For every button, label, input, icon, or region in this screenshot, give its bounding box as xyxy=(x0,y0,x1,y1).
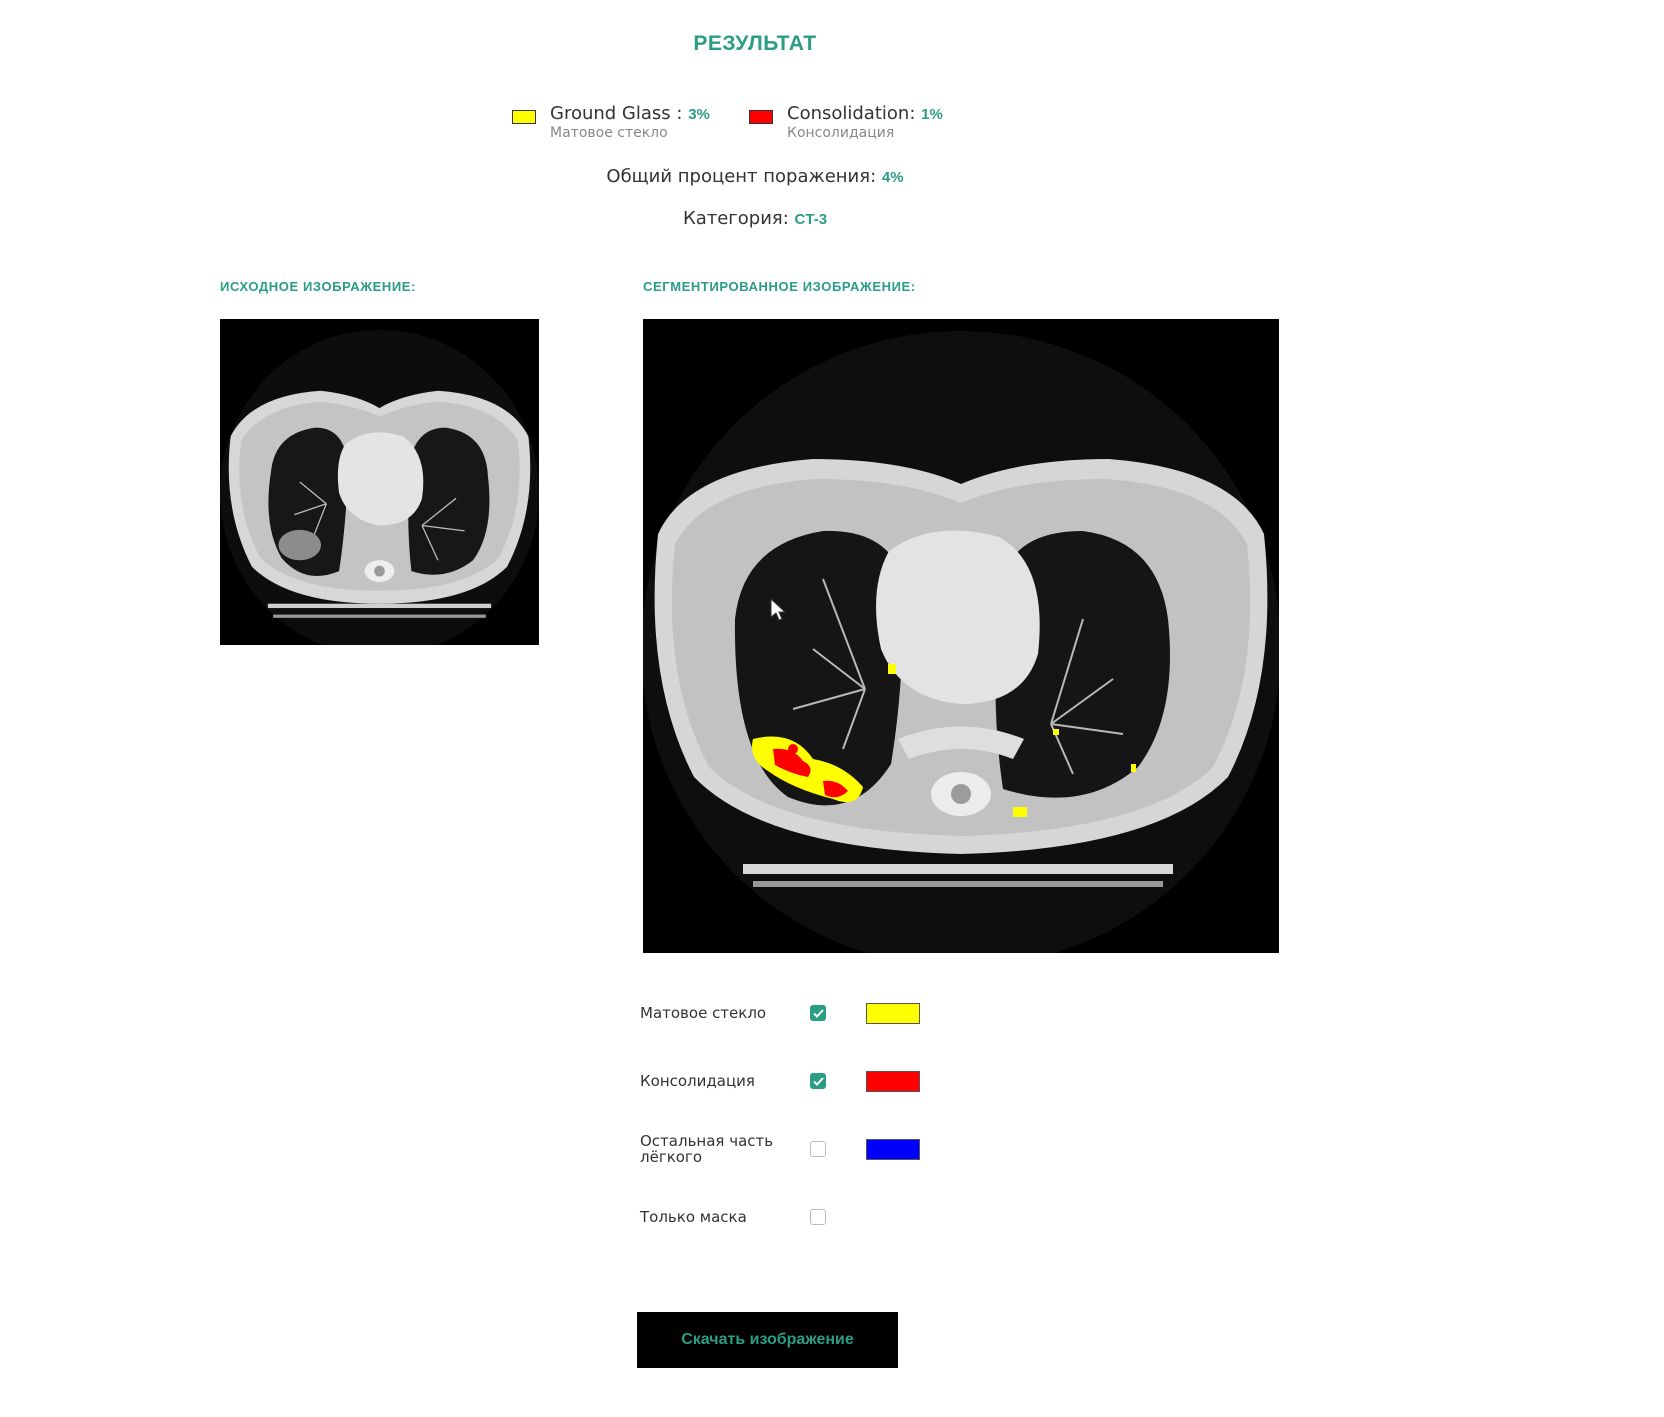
control-label-ground-glass: Матовое стекло xyxy=(640,1004,767,1022)
category-label: Категория: xyxy=(682,208,789,229)
original-ct-image xyxy=(220,319,539,645)
legend-label-consolidation: Consolidation: xyxy=(787,103,916,124)
checkbox-consolidation[interactable] xyxy=(810,1073,826,1089)
color-chip-rest-of-lung[interactable] xyxy=(866,1139,920,1160)
download-image-button[interactable]: Скачать изображение xyxy=(637,1312,898,1368)
color-chip-consolidation[interactable] xyxy=(866,1071,920,1092)
category-line: Категория: CT-3 xyxy=(0,208,1510,229)
control-row-ground-glass: Матовое стекло xyxy=(640,995,940,1027)
total-damage-value: 4% xyxy=(881,169,904,186)
control-label-mask-only: Только маска xyxy=(640,1208,747,1226)
legend-swatch-consolidation xyxy=(749,110,773,124)
checkmark-icon xyxy=(812,1008,824,1018)
control-label-consolidation: Консолидация xyxy=(640,1072,755,1090)
segmented-image-label: СЕГМЕНТИРОВАННОЕ ИЗОБРАЖЕНИЕ: xyxy=(643,279,916,294)
checkmark-icon xyxy=(812,1076,824,1086)
control-row-rest-of-lung: Остальная часть лёгкого xyxy=(640,1131,940,1171)
total-damage-line: Общий процент поражения: 4% xyxy=(0,166,1510,187)
legend-ground-glass: Ground Glass : 3% Матовое стекло xyxy=(512,104,710,141)
control-row-mask-only: Только маска xyxy=(640,1199,940,1231)
legend-sublabel-consolidation: Консолидация xyxy=(787,125,895,141)
checkbox-rest-of-lung[interactable] xyxy=(810,1141,826,1157)
legend-label-ground-glass: Ground Glass : xyxy=(550,103,683,124)
color-chip-ground-glass[interactable] xyxy=(866,1003,920,1024)
legend-pct-consolidation: 1% xyxy=(921,106,943,123)
page-title: РЕЗУЛЬТАТ xyxy=(693,32,817,55)
control-label-rest-of-lung: Остальная часть лёгкого xyxy=(640,1132,774,1166)
total-damage-label: Общий процент поражения: xyxy=(606,166,877,187)
segmented-ct-image xyxy=(643,319,1279,953)
legend-pct-ground-glass: 3% xyxy=(688,106,710,123)
category-value: CT-3 xyxy=(794,211,828,228)
original-image-label: ИСХОДНОЕ ИЗОБРАЖЕНИЕ: xyxy=(220,279,416,294)
control-row-consolidation: Консолидация xyxy=(640,1063,940,1095)
legend-consolidation: Consolidation: 1% Консолидация xyxy=(749,104,943,141)
legend-swatch-ground-glass xyxy=(512,110,536,124)
legend-sublabel-ground-glass: Матовое стекло xyxy=(550,125,668,141)
checkbox-ground-glass[interactable] xyxy=(810,1005,826,1021)
checkbox-mask-only[interactable] xyxy=(810,1209,826,1225)
